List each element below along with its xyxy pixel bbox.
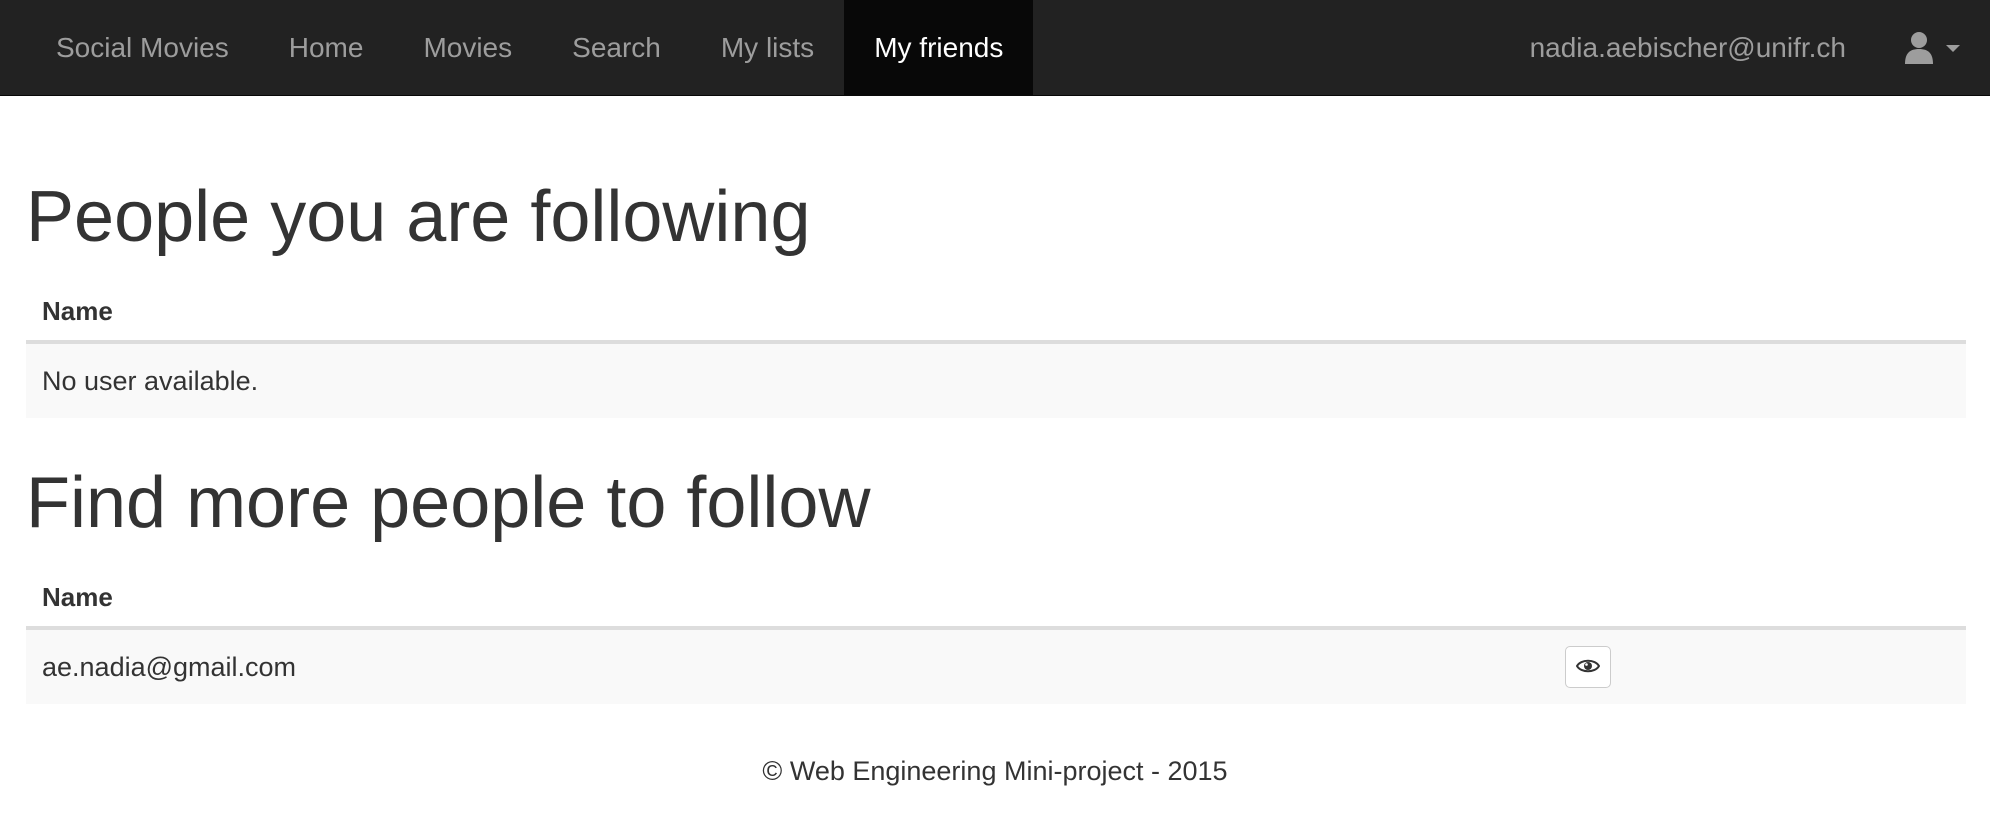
footer-text: © Web Engineering Mini-project - 2015: [762, 756, 1228, 786]
nav-link-search[interactable]: Search: [542, 0, 691, 96]
view-user-button[interactable]: [1565, 646, 1611, 688]
empty-message: No user available.: [42, 365, 259, 396]
nav-link-my-friends[interactable]: My friends: [844, 0, 1034, 96]
nav-left: Social Movies Home Movies Search My list…: [26, 0, 1034, 96]
find-people-heading: Find more people to follow: [26, 463, 871, 543]
following-table: Name No user available.: [26, 282, 1966, 418]
nav-link-movies[interactable]: Movies: [393, 0, 542, 96]
nav-right: nadia.aebischer@unifr.ch: [1530, 0, 1960, 96]
column-header-name: Name: [42, 295, 113, 326]
user-menu-dropdown[interactable]: [1904, 31, 1960, 65]
eye-icon: [1575, 658, 1601, 677]
find-people-table: Name ae.nadia@gmail.com: [26, 568, 1966, 704]
user-name-cell: ae.nadia@gmail.com: [42, 651, 297, 682]
table-row: ae.nadia@gmail.com: [26, 630, 1966, 704]
nav-link-my-lists[interactable]: My lists: [691, 0, 844, 96]
footer: © Web Engineering Mini-project - 2015: [0, 756, 1990, 787]
user-icon: [1904, 31, 1934, 65]
caret-down-icon: [1946, 44, 1960, 52]
table-row: No user available.: [26, 344, 1966, 418]
find-people-table-header: Name: [26, 568, 1966, 630]
column-header-name: Name: [42, 581, 113, 612]
following-heading: People you are following: [26, 177, 811, 257]
top-navbar: Social Movies Home Movies Search My list…: [0, 0, 1990, 96]
following-table-header: Name: [26, 282, 1966, 344]
nav-link-home[interactable]: Home: [259, 0, 394, 96]
user-email: nadia.aebischer@unifr.ch: [1529, 32, 1846, 63]
brand-link[interactable]: Social Movies: [26, 0, 259, 96]
